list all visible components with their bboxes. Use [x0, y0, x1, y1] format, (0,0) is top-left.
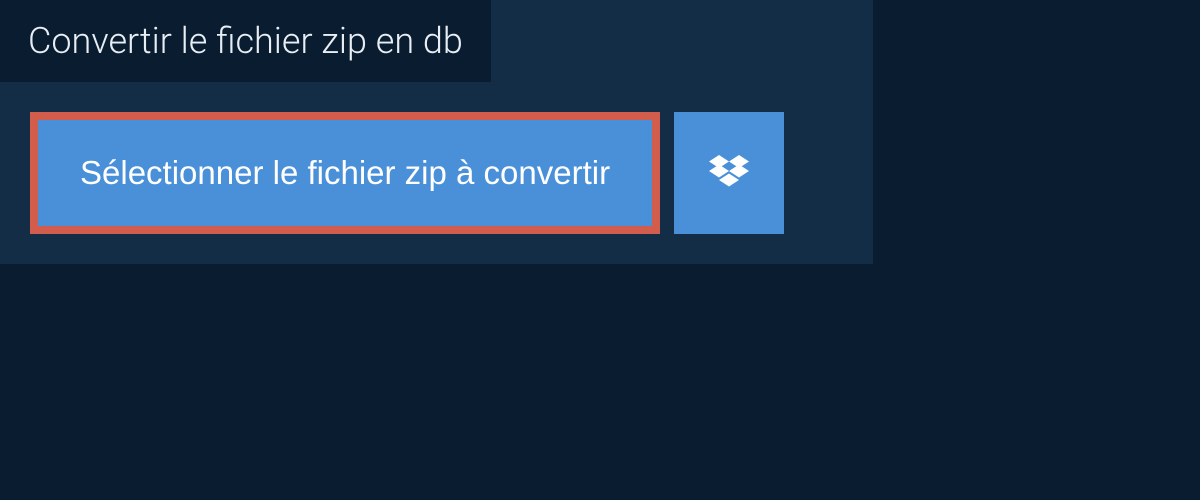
page-title: Convertir le fichier zip en db [0, 0, 491, 82]
button-row: Sélectionner le fichier zip à convertir [0, 82, 873, 264]
select-file-button[interactable]: Sélectionner le fichier zip à convertir [30, 112, 660, 234]
converter-panel: Convertir le fichier zip en db Sélection… [0, 0, 873, 264]
select-file-button-label: Sélectionner le fichier zip à convertir [80, 154, 610, 192]
dropbox-button[interactable] [674, 112, 784, 234]
dropbox-icon [709, 155, 749, 191]
